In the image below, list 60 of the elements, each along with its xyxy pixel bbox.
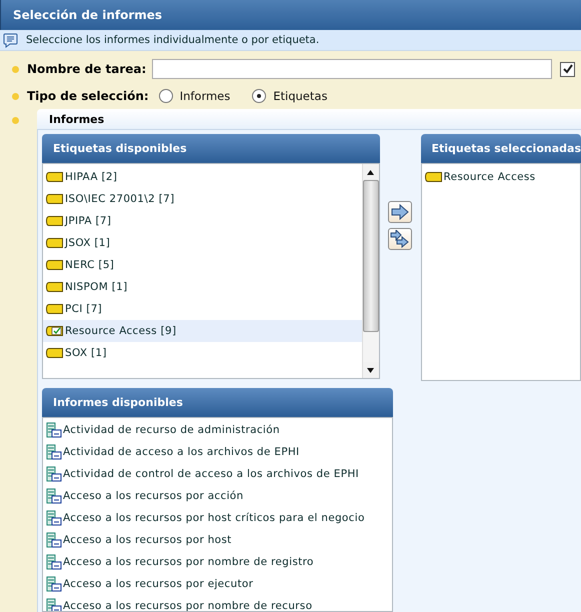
info-text: Seleccione los informes individualmente o por etiqueta. [26,34,320,46]
report-item[interactable]: Acceso a los recursos por host críticos para el negocio [43,507,392,529]
selection-type-label: Tipo de selección: [27,89,149,103]
report-icon [46,466,62,482]
tag-item[interactable]: JSOX [1] [43,232,362,254]
bullet-icon [12,117,19,124]
panel-header: Etiquetas disponibles [42,134,380,163]
bullet-icon [12,66,19,72]
report-item[interactable]: Acceso a los recursos por acción [43,485,392,507]
tag-icon [46,282,63,292]
tag-item[interactable]: ISO\IEC 27001\2 [7] [43,188,362,210]
checked-tag-icon [46,326,63,336]
tag-icon [46,216,63,226]
report-icon [46,488,62,504]
report-item[interactable]: Actividad de control de acceso a los archivos de EPHI [43,463,392,485]
tag-item[interactable]: SOX [1] [43,342,362,364]
tag-item[interactable]: NISPOM [1] [43,276,362,298]
selected-tag-item[interactable]: Resource Access [422,166,580,188]
tag-item[interactable]: NERC [5] [43,254,362,276]
report-icon [46,576,62,592]
report-icon [46,510,62,526]
report-item[interactable]: Acceso a los recursos por host [43,529,392,551]
tag-icon [46,260,63,270]
tag-icon [46,194,63,204]
arrow-right-icon [391,204,410,220]
report-icon [46,532,62,548]
radio-option[interactable]: Etiquetas [252,89,328,103]
report-icon [46,554,62,570]
tag-item[interactable]: Resource Access [9] [43,320,362,342]
report-icon [46,422,62,438]
report-item[interactable]: Actividad de acceso a los archivos de EPHI [43,441,392,463]
tag-item[interactable]: JPIPA [7] [43,210,362,232]
report-item[interactable]: Actividad de recurso de administración [43,419,392,441]
tag-icon [46,172,63,182]
report-item[interactable]: Acceso a los recursos por nombre de recurso [43,595,392,611]
tag-item[interactable]: HIPAA [2] [43,166,362,188]
section-header: Informes [37,109,581,130]
bullet-icon [12,92,19,100]
tag-icon [46,238,63,248]
report-item[interactable]: Acceso a los recursos por nombre de registro [43,551,392,573]
radio-option[interactable]: Informes [158,89,230,103]
add-all-button[interactable] [388,228,412,250]
tag-icon [46,348,63,358]
scrollbar[interactable] [362,164,379,378]
panel-header: Informes disponibles [42,388,393,417]
tag-icon [424,172,442,182]
checkbox[interactable] [560,62,575,76]
report-icon [46,444,62,460]
task-name-field[interactable] [152,59,552,79]
add-button[interactable] [388,201,412,223]
task-name-label: Nombre de tarea: [27,62,148,76]
window-title: Selección de informes [0,0,581,30]
panel-header: Etiquetas seleccionadas [420,134,581,163]
scroll-down-icon [367,368,374,372]
speech-bubble-icon [3,32,18,48]
scroll-up-icon [367,170,374,174]
double-arrow-icon [390,230,410,248]
tag-item[interactable]: PCI [7] [43,298,362,320]
tag-icon [46,304,63,314]
report-item[interactable]: Acceso a los recursos por ejecutor [43,573,392,595]
